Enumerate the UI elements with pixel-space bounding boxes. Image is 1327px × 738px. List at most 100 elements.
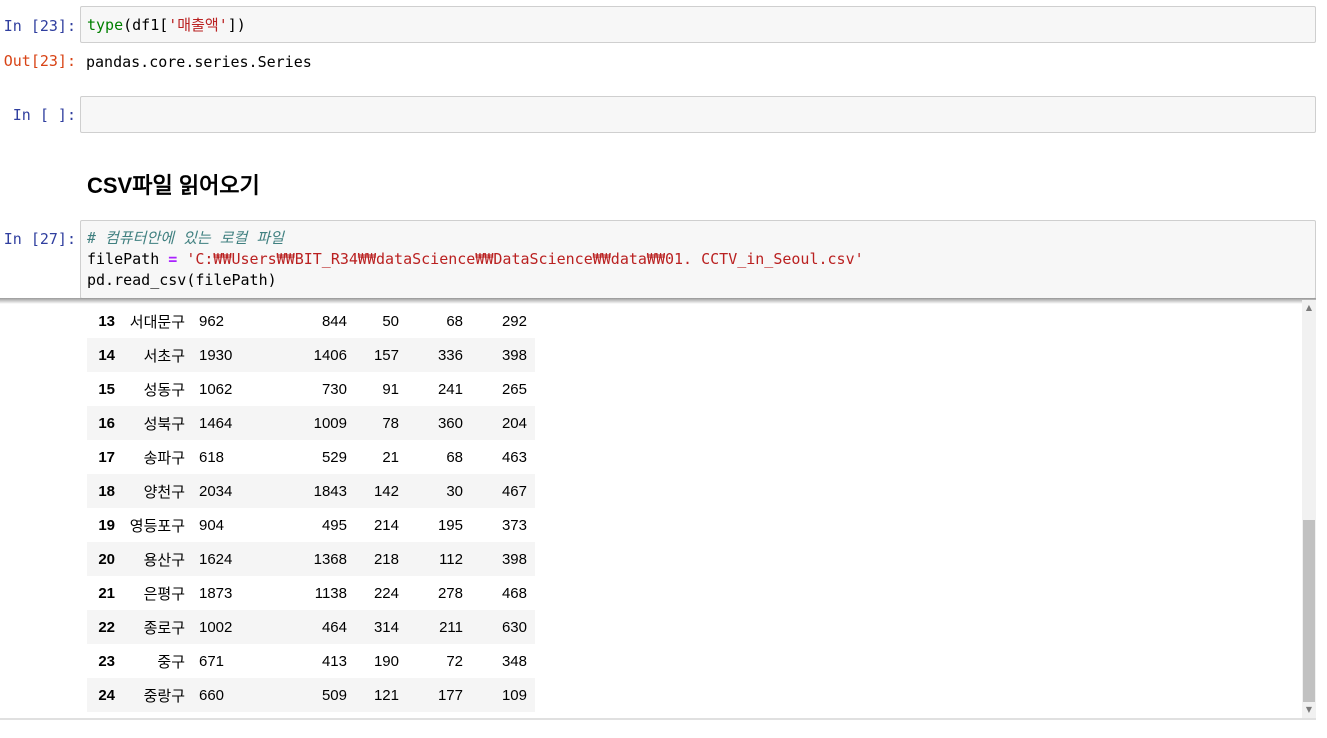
table-cell: 1368: [313, 550, 347, 568]
table-cell: 1624: [199, 550, 233, 568]
code-operator: =: [168, 250, 178, 268]
table-cell: 1464: [199, 414, 233, 432]
table-row: 17 송파구 618 529 21 68 463: [87, 440, 535, 474]
table-cell: 962: [199, 312, 225, 330]
input-prompt-23: In [23]:: [3, 17, 76, 35]
table-cell: 844: [321, 312, 347, 330]
output-prompt-23: Out[23]:: [3, 52, 76, 70]
table-cell: 671: [199, 652, 225, 670]
table-cell: 서초구: [143, 347, 185, 365]
table-row: 16 성북구 1464 1009 78 360 204: [87, 406, 535, 440]
input-prompt-empty: In [ ]:: [12, 106, 76, 124]
table-cell: 1930: [199, 346, 233, 364]
table-cell: 1873: [199, 584, 233, 602]
table-cell: 영등포구: [129, 517, 185, 535]
code-string: '매출액': [168, 16, 228, 34]
table-cell: 413: [321, 652, 347, 670]
table-cell: 398: [501, 346, 527, 364]
table-cell: 성북구: [143, 415, 185, 433]
code-line: type(df1['매출액']): [81, 7, 1315, 36]
code-text: ]): [227, 16, 246, 34]
output-shadow: [0, 298, 1316, 304]
row-index: 21: [98, 584, 115, 602]
scroll-up-icon[interactable]: ▲: [1302, 302, 1316, 314]
table-cell: 1406: [313, 346, 347, 364]
table-row: 22 종로구 1002 464 314 211 630: [87, 610, 535, 644]
table-cell: 360: [437, 414, 463, 432]
table-row: 24 중랑구 660 509 121 177 109: [87, 678, 535, 712]
table-cell: 509: [321, 686, 347, 704]
row-index: 15: [98, 380, 115, 398]
table-cell: 336: [437, 346, 463, 364]
cell-output-23: pandas.core.series.Series: [86, 53, 312, 71]
table-cell: 30: [446, 482, 463, 500]
row-index: 20: [98, 550, 115, 568]
table-cell: 1002: [199, 618, 233, 636]
table-cell: 204: [501, 414, 527, 432]
table-cell: 109: [501, 686, 527, 704]
input-prompt-27: In [27]:: [3, 230, 76, 248]
table-cell: 463: [501, 448, 527, 466]
table-cell: 91: [382, 380, 399, 398]
table-cell: 중구: [157, 653, 185, 671]
table-row: 19 영등포구 904 495 214 195 373: [87, 508, 535, 542]
table-cell: 278: [437, 584, 463, 602]
table-cell: 1138: [314, 584, 347, 602]
table-cell: 224: [373, 584, 399, 602]
row-index: 13: [98, 312, 115, 330]
table-cell: 292: [501, 312, 527, 330]
table-cell: 241: [437, 380, 463, 398]
table-cell: 177: [437, 686, 463, 704]
table-cell: 904: [199, 516, 225, 534]
code-cell-23[interactable]: type(df1['매출액']): [80, 6, 1316, 43]
code-builtin: type: [87, 16, 124, 34]
table-cell: 68: [446, 448, 463, 466]
code-cell-empty[interactable]: [80, 96, 1316, 133]
table-row: 23 중구 671 413 190 72 348: [87, 644, 535, 678]
table-cell: 529: [321, 448, 347, 466]
table-cell: 218: [373, 550, 399, 568]
table-cell: 성동구: [143, 381, 185, 399]
table-cell: 348: [501, 652, 527, 670]
table-cell: 1843: [313, 482, 347, 500]
row-index: 18: [98, 482, 115, 500]
table-row: 15 성동구 1062 730 91 241 265: [87, 372, 535, 406]
table-cell: 618: [199, 448, 225, 466]
table-cell: 종로구: [143, 619, 185, 637]
row-index: 23: [98, 652, 115, 670]
table-cell: 은평구: [143, 585, 185, 603]
table-cell: 398: [501, 550, 527, 568]
table-cell: 50: [382, 312, 399, 330]
table-cell: 양천구: [143, 483, 185, 501]
table-cell: 373: [501, 516, 527, 534]
table-row: 18 양천구 2034 1843 142 30 467: [87, 474, 535, 508]
row-index: 14: [98, 346, 115, 364]
divider: [0, 718, 1316, 720]
row-index: 22: [98, 618, 115, 636]
code-comment: # 컴퓨터안에 있는 로컬 파일: [87, 229, 284, 247]
table-cell: 68: [446, 312, 463, 330]
table-cell: 용산구: [143, 551, 185, 569]
row-index: 17: [98, 448, 115, 466]
markdown-heading: CSV파일 읽어오기: [87, 173, 260, 198]
table-row: 14 서초구 1930 1406 157 336 398: [87, 338, 535, 372]
code-text: pd.read_csv(filePath): [87, 271, 277, 289]
table-cell: 730: [321, 380, 347, 398]
table-cell: 314: [373, 618, 399, 636]
table-cell: 630: [501, 618, 527, 636]
table-cell: 78: [382, 414, 399, 432]
scroll-down-icon[interactable]: ▼: [1302, 704, 1316, 716]
table-cell: 265: [501, 380, 527, 398]
table-cell: 2034: [199, 482, 233, 500]
scrollbar-thumb[interactable]: [1303, 520, 1315, 702]
table-cell: 190: [373, 652, 399, 670]
table-cell: 112: [439, 550, 463, 568]
row-index: 24: [98, 686, 115, 704]
code-cell-27[interactable]: # 컴퓨터안에 있는 로컬 파일 filePath = 'C:₩₩Users₩₩…: [80, 220, 1316, 299]
table-cell: 1009: [313, 414, 347, 432]
table-cell: 157: [373, 346, 399, 364]
row-index: 19: [98, 516, 115, 534]
dataframe-table: 13 서대문구 962 844 50 68 292 14 서초구 1930 1406 157 336 39…: [87, 304, 535, 712]
table-cell: 467: [501, 482, 527, 500]
code-text: (df1[: [123, 16, 169, 34]
